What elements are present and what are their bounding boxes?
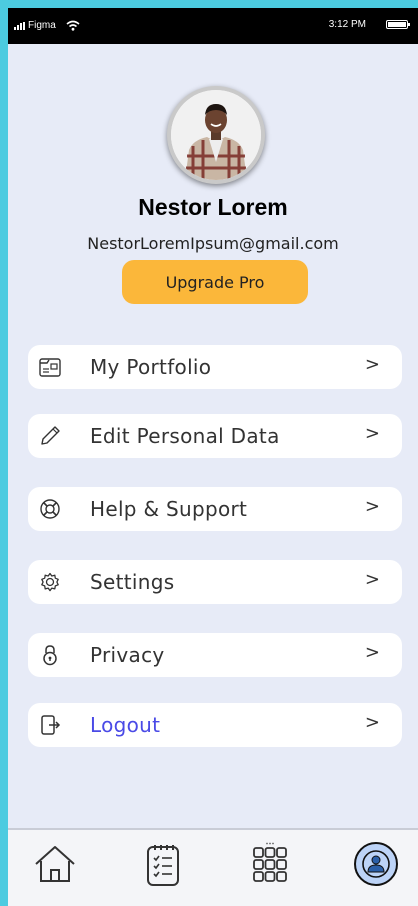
lifebuoy-icon	[40, 499, 60, 519]
menu-item-label: Edit Personal Data	[90, 424, 280, 448]
signal-icon	[14, 21, 25, 30]
gear-icon	[41, 572, 59, 592]
menu-item-label: Help & Support	[90, 497, 248, 521]
chevron-right-icon: >	[364, 569, 380, 590]
carrier-name: Figma	[28, 20, 56, 31]
menu-item-my-portfolio[interactable]: My Portfolio >	[28, 345, 402, 389]
logout-icon	[41, 715, 61, 735]
avatar[interactable]	[167, 86, 265, 184]
portfolio-icon	[39, 358, 61, 377]
clipboard-icon	[147, 845, 179, 886]
chevron-right-icon: >	[364, 712, 380, 733]
menu-item-label: My Portfolio	[90, 355, 212, 379]
wifi-icon	[66, 20, 80, 31]
menu-item-settings[interactable]: Settings >	[28, 560, 402, 604]
profile-email: NestorLoremIpsum@gmail.com	[87, 234, 339, 253]
menu-item-label: Privacy	[90, 643, 165, 667]
nav-profile[interactable]	[352, 840, 400, 888]
chevron-right-icon: >	[364, 496, 380, 517]
avatar-photo	[171, 90, 261, 180]
chevron-right-icon: >	[364, 423, 380, 444]
menu-item-edit-personal-data[interactable]: Edit Personal Data >	[28, 414, 402, 458]
bottom-nav	[8, 828, 418, 906]
nav-tasks[interactable]	[139, 840, 187, 888]
upgrade-pro-button[interactable]: Upgrade Pro	[122, 260, 308, 304]
chevron-right-icon: >	[364, 354, 380, 375]
phone-screen: Figma 3:12 PM Nestor Lorem NestorLoremIp…	[8, 8, 418, 906]
menu-item-label: Logout	[90, 713, 161, 737]
status-bar-left: Figma	[14, 20, 80, 31]
nav-apps[interactable]	[246, 840, 294, 888]
chevron-right-icon: >	[364, 642, 380, 663]
grid-icon	[253, 842, 287, 882]
home-icon	[35, 846, 75, 882]
menu-item-logout[interactable]: Logout >	[28, 703, 402, 747]
pencil-icon	[41, 426, 60, 445]
menu-item-help-support[interactable]: Help & Support >	[28, 487, 402, 531]
lock-icon	[43, 645, 57, 666]
status-bar-right: 3:12 PM	[328, 19, 410, 30]
nav-home[interactable]	[31, 840, 79, 888]
battery-icon	[386, 20, 410, 29]
status-bar: Figma 3:12 PM	[8, 8, 418, 44]
menu-item-privacy[interactable]: Privacy >	[28, 633, 402, 677]
menu-item-label: Settings	[90, 570, 175, 594]
profile-name: Nestor Lorem	[138, 194, 288, 220]
profile-icon	[354, 842, 398, 886]
status-time: 3:12 PM	[328, 19, 366, 30]
